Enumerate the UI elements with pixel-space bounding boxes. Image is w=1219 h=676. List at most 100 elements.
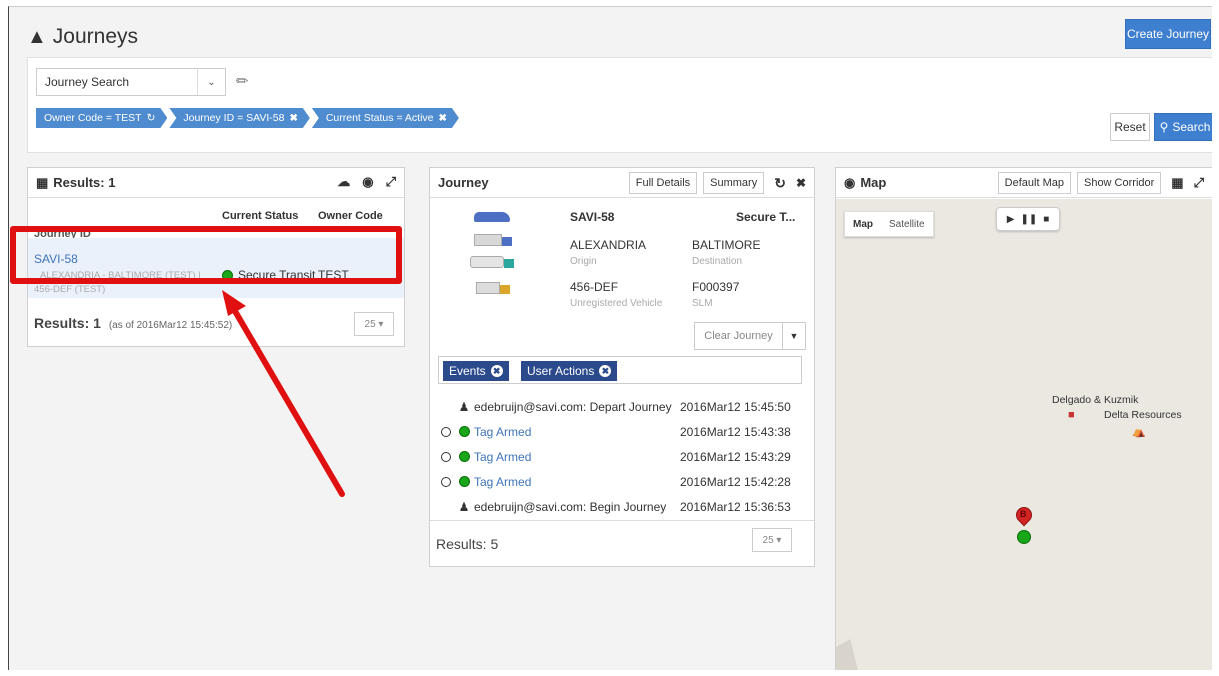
globe-icon: ◉ bbox=[844, 174, 856, 190]
status-dot-icon bbox=[458, 476, 470, 487]
close-circle-icon[interactable]: ✖ bbox=[599, 365, 612, 377]
user-icon: ♟ bbox=[458, 499, 470, 514]
pencil-icon[interactable]: ✏ bbox=[236, 72, 249, 90]
stop-icon[interactable]: ■ bbox=[1043, 214, 1049, 225]
list-item[interactable]: Tag Armed 2016Mar12 15:43:38 bbox=[438, 419, 808, 444]
poi-label: Delta Resources bbox=[1104, 409, 1182, 421]
expand-icon[interactable]: ⤢ bbox=[386, 174, 396, 190]
filter-chip-owner[interactable]: Owner Code = TEST ↻ bbox=[36, 108, 167, 128]
refresh-icon[interactable]: ↻ bbox=[774, 175, 786, 192]
destination-value: BALTIMORE bbox=[692, 238, 761, 252]
list-item[interactable]: ♟ edebruijn@savi.com: Depart Journey 201… bbox=[438, 394, 808, 419]
show-corridor-button[interactable]: Show Corridor bbox=[1076, 172, 1162, 194]
chevron-down-icon[interactable]: ⌄ bbox=[197, 69, 225, 95]
search-type-select[interactable]: Journey Search ⌄ bbox=[36, 68, 226, 96]
journey-results-count: Results: 5 bbox=[436, 536, 499, 552]
event-timestamp: 2016Mar12 15:42:28 bbox=[680, 474, 791, 489]
event-link[interactable]: Tag Armed bbox=[474, 475, 680, 489]
page-size-select[interactable]: 25 ▾ bbox=[752, 528, 792, 552]
chip-label: Owner Code = TEST bbox=[44, 112, 142, 124]
filter-chip-journey[interactable]: Journey ID = SAVI-58 ✖ bbox=[169, 108, 309, 128]
globe-icon[interactable]: ◉ bbox=[362, 174, 373, 190]
journey-header: Journey Full Details Summary ↻ ✖ bbox=[430, 168, 814, 198]
create-journey-button[interactable]: Create Journey bbox=[1125, 19, 1211, 49]
tag-value: F000397 bbox=[692, 280, 740, 294]
road-icon: ▲ bbox=[27, 25, 47, 48]
summary-button[interactable]: Summary bbox=[703, 172, 765, 194]
journey-panel: Journey Full Details Summary ↻ ✖ SAVI-58… bbox=[429, 167, 815, 567]
truck-icon bbox=[474, 234, 514, 248]
map-type-satellite[interactable]: Satellite bbox=[881, 219, 933, 230]
full-details-button[interactable]: Full Details bbox=[628, 172, 698, 194]
map-type-toggle: Map Satellite bbox=[844, 211, 934, 237]
vehicle-value: 456-DEF bbox=[570, 280, 619, 294]
row-subtext-2: 456-DEF (TEST) bbox=[34, 284, 106, 295]
col-owner-code[interactable]: Owner Code bbox=[318, 210, 383, 222]
event-desc: edebruijn@savi.com: Begin Journey bbox=[474, 499, 667, 514]
search-button[interactable]: ⚲ Search bbox=[1154, 113, 1212, 141]
page-frame: ▲ Journeys Create Journey Journey Search… bbox=[8, 6, 1212, 670]
car-icon bbox=[474, 212, 510, 222]
journey-status: Secure T... bbox=[736, 210, 796, 224]
expand-icon[interactable]: ⤢ bbox=[1194, 175, 1204, 191]
destination-label: Destination bbox=[692, 256, 743, 267]
event-timestamp: 2016Mar12 15:45:50 bbox=[680, 399, 791, 414]
default-map-button[interactable]: Default Map bbox=[997, 172, 1071, 194]
results-title: Results: 1 bbox=[53, 175, 116, 190]
radio-circle-icon[interactable] bbox=[441, 476, 451, 487]
filter-chip-status[interactable]: Current Status = Active ✖ bbox=[312, 108, 459, 128]
grid-icon[interactable]: ▦ bbox=[1171, 175, 1183, 191]
tab-events[interactable]: Events ✖ bbox=[443, 361, 509, 381]
remove-icon[interactable]: ✖ bbox=[439, 113, 447, 124]
event-timestamp: 2016Mar12 15:43:29 bbox=[680, 449, 791, 464]
event-link[interactable]: Tag Armed bbox=[474, 450, 680, 464]
tab-user-actions[interactable]: User Actions ✖ bbox=[521, 361, 618, 381]
filter-chips: Owner Code = TEST ↻ Journey ID = SAVI-58… bbox=[36, 108, 459, 128]
results-footer: Results: 1 (as of 2016Mar12 15:45:52) bbox=[34, 315, 232, 331]
map-road-shape bbox=[836, 639, 860, 670]
search-icon: ⚲ bbox=[1159, 120, 1169, 134]
table-icon: ▦ bbox=[36, 174, 49, 190]
journey-title: Journey bbox=[438, 175, 489, 190]
poi-label: Delgado & Kuzmik bbox=[1052, 394, 1139, 406]
origin-label: Origin bbox=[570, 256, 597, 267]
list-item[interactable]: ♟ edebruijn@savi.com: Begin Journey 2016… bbox=[438, 494, 808, 519]
chip-label: Journey ID = SAVI-58 bbox=[183, 112, 285, 124]
page-title: ▲ Journeys bbox=[27, 25, 138, 49]
map-type-map[interactable]: Map bbox=[845, 219, 881, 230]
tab-label: User Actions bbox=[527, 364, 595, 378]
event-timestamp: 2016Mar12 15:36:53 bbox=[680, 499, 791, 514]
refresh-icon[interactable]: ↻ bbox=[147, 112, 156, 124]
cloud-download-icon[interactable]: ☁ bbox=[337, 174, 350, 190]
bank-icon[interactable]: ⛺ bbox=[1132, 425, 1146, 438]
map-panel: ◉ Map Default Map Show Corridor ▦ ⤢ Map … bbox=[835, 167, 1212, 670]
vehicle-label: Unregistered Vehicle bbox=[570, 298, 663, 309]
radio-circle-icon[interactable] bbox=[441, 426, 451, 437]
play-icon[interactable]: ▶ bbox=[1007, 214, 1015, 225]
user-icon: ♟ bbox=[458, 399, 470, 414]
search-label: Search bbox=[1172, 120, 1211, 134]
map-title: Map bbox=[860, 175, 887, 190]
journey-id: SAVI-58 bbox=[570, 210, 615, 224]
clear-journey-button[interactable]: Clear Journey bbox=[695, 323, 783, 349]
remove-icon[interactable]: ✖ bbox=[289, 113, 297, 124]
col-current-status[interactable]: Current Status bbox=[222, 210, 298, 222]
map-canvas[interactable]: Map Satellite ▶ ❚❚ ■ Delgado & Kuzmik ■ … bbox=[836, 199, 1212, 670]
list-item[interactable]: Tag Armed 2016Mar12 15:42:28 bbox=[438, 469, 808, 494]
status-dot-icon bbox=[458, 451, 470, 462]
location-dot-icon[interactable] bbox=[1017, 530, 1031, 544]
close-icon[interactable]: ✖ bbox=[796, 176, 806, 190]
status-dot-icon bbox=[458, 426, 470, 437]
close-circle-icon[interactable]: ✖ bbox=[490, 365, 503, 377]
reset-button[interactable]: Reset bbox=[1110, 113, 1150, 141]
caret-down-icon[interactable]: ▼ bbox=[783, 323, 805, 349]
list-item[interactable]: Tag Armed 2016Mar12 15:43:29 bbox=[438, 444, 808, 469]
event-link[interactable]: Tag Armed bbox=[474, 425, 680, 439]
map-header: ◉ Map Default Map Show Corridor ▦ ⤢ bbox=[836, 168, 1212, 198]
pause-icon[interactable]: ❚❚ bbox=[1020, 214, 1037, 225]
page-size-select[interactable]: 25 ▾ bbox=[354, 312, 394, 336]
highlight-box bbox=[10, 226, 402, 284]
poi-marker-icon[interactable]: ■ bbox=[1068, 409, 1075, 421]
radio-circle-icon[interactable] bbox=[441, 451, 451, 462]
results-asof: (as of 2016Mar12 15:45:52) bbox=[108, 320, 233, 331]
